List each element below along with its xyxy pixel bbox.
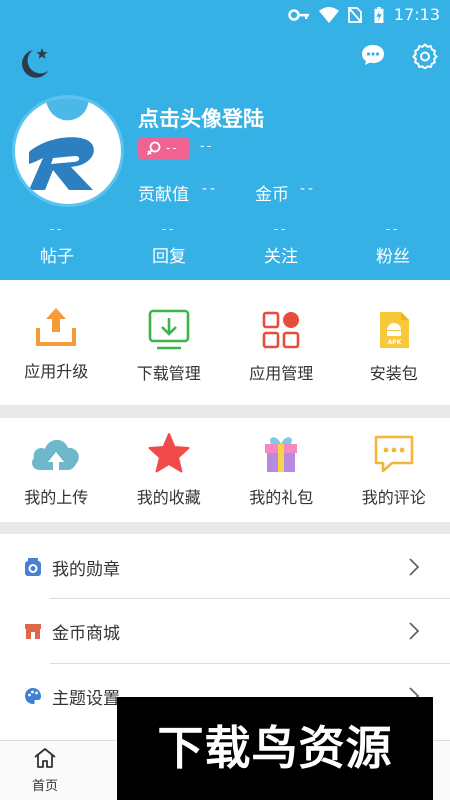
mine-label: 我的礼包	[249, 488, 314, 507]
chevron-right-icon	[409, 622, 420, 640]
stat-value: --	[161, 222, 177, 236]
tab-label: 首页	[31, 779, 58, 794]
user-id: --	[200, 139, 214, 154]
chevron-right-icon	[409, 558, 420, 576]
battery-icon	[374, 7, 384, 23]
apk-icon: APK	[379, 312, 409, 348]
tool-label: 下载管理	[136, 364, 201, 383]
mine-label: 我的上传	[24, 488, 89, 507]
my-gift-packs[interactable]: 我的礼包	[225, 432, 338, 508]
shop-icon	[25, 624, 41, 639]
mine-grid: 我的上传 我的收藏 我的礼包 我的评论	[0, 432, 450, 508]
avatar[interactable]	[12, 95, 124, 207]
level-badge: --	[138, 138, 190, 159]
stat-value: --	[273, 222, 289, 236]
stat-label: 关注	[264, 247, 298, 267]
stat-following[interactable]: -- 关注	[236, 222, 326, 267]
menu-label: 我的勋章	[52, 560, 120, 580]
star-icon	[148, 433, 190, 473]
my-favorites[interactable]: 我的收藏	[113, 432, 226, 508]
profile-header: 17:13 点击头像登陆 -- -- 贡献值 -- 金币 -- -- 帖子 --…	[0, 0, 450, 280]
tool-download-manager[interactable]: 下载管理	[113, 308, 226, 384]
stat-label: 回复	[152, 247, 186, 267]
tool-label: 应用管理	[249, 364, 314, 383]
badge-text: --	[166, 141, 179, 155]
tool-label: 安装包	[369, 364, 418, 383]
stat-posts[interactable]: -- 帖子	[12, 222, 102, 267]
mine-label: 我的评论	[361, 488, 426, 507]
home-icon	[34, 748, 56, 768]
medal-icon	[25, 558, 41, 576]
coins-value: --	[300, 181, 317, 197]
coins-label: 金币	[255, 185, 289, 205]
wifi-icon	[319, 7, 339, 23]
comment-icon	[374, 435, 414, 473]
app-logo-icon	[29, 98, 94, 190]
contribution-label: 贡献值	[138, 185, 189, 205]
mine-label: 我的收藏	[136, 488, 201, 507]
stat-label: 粉丝	[376, 247, 410, 267]
watermark-overlay: 下载鸟资源	[117, 697, 433, 800]
apps-icon	[262, 311, 300, 349]
gift-icon	[265, 437, 298, 472]
upload-icon	[36, 308, 77, 346]
stat-value: --	[49, 222, 65, 236]
download-icon	[148, 309, 190, 350]
stat-replies[interactable]: -- 回复	[124, 222, 214, 267]
my-comments[interactable]: 我的评论	[338, 432, 450, 508]
tool-apk-packages[interactable]: APK 安装包	[338, 308, 450, 384]
key-icon	[288, 9, 309, 21]
palette-icon	[25, 688, 41, 704]
tool-label: 应用升级	[24, 362, 89, 381]
stat-value: --	[385, 222, 401, 236]
menu-item-medals[interactable]: 我的勋章	[0, 535, 450, 599]
stat-fans[interactable]: -- 粉丝	[348, 222, 438, 267]
section-divider	[0, 405, 450, 418]
contribution-value: --	[202, 181, 219, 197]
menu-label: 主题设置	[52, 689, 120, 709]
night-mode-icon[interactable]	[12, 44, 52, 84]
tools-grid: 应用升级 下载管理 应用管理 APK 安装包	[0, 308, 450, 384]
no-sim-icon	[348, 7, 362, 23]
cloud-upload-icon	[32, 439, 80, 472]
login-prompt[interactable]: 点击头像登陆	[138, 103, 264, 133]
tool-app-manager[interactable]: 应用管理	[225, 308, 338, 384]
menu-label: 金币商城	[52, 624, 120, 644]
stat-label: 帖子	[40, 247, 74, 267]
section-divider	[0, 522, 450, 534]
gender-female-icon	[146, 141, 161, 156]
status-time: 17:13	[393, 5, 440, 24]
settings-icon[interactable]	[412, 43, 438, 69]
svg-text:APK: APK	[387, 339, 401, 346]
my-uploads[interactable]: 我的上传	[0, 432, 113, 508]
chat-icon[interactable]	[360, 43, 386, 67]
menu-item-coin-shop[interactable]: 金币商城	[0, 599, 450, 663]
tool-app-upgrade[interactable]: 应用升级	[0, 308, 113, 384]
status-bar: 17:13	[0, 0, 450, 30]
tab-home[interactable]: 首页	[20, 747, 70, 794]
